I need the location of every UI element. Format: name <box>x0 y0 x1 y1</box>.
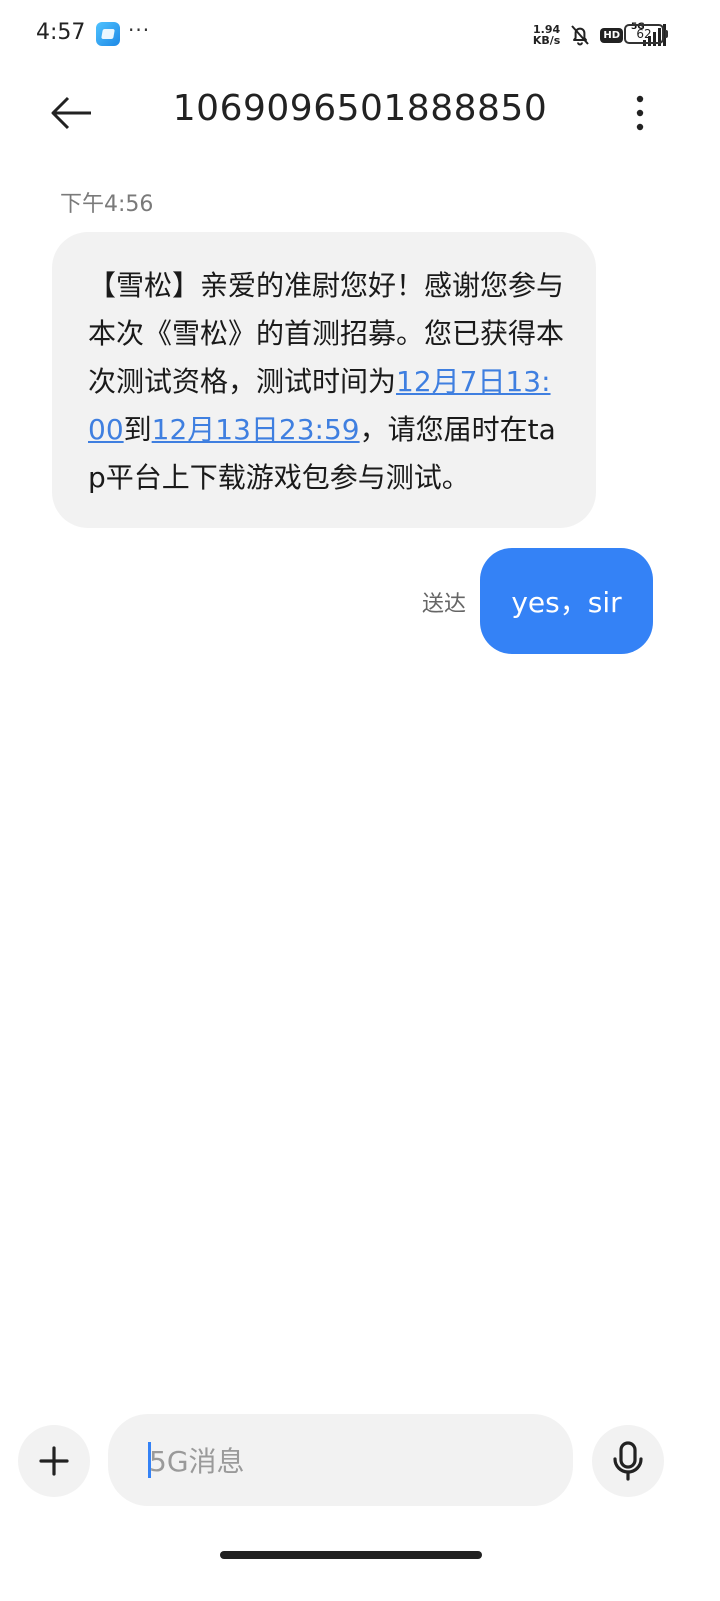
battery-tip <box>665 30 668 38</box>
add-attachment-button[interactable] <box>18 1425 90 1497</box>
status-bar: 4:57 ··· 1.94 KB/s HD 5G <box>0 0 720 70</box>
more-options-button[interactable] <box>620 88 660 138</box>
status-time: 4:57 <box>36 20 86 45</box>
incoming-message-text: 【雪松】亲爱的准尉您好！感谢您参与本次《雪松》的首测招募。您已获得本次测试资格，… <box>88 262 564 502</box>
contact-title: 1069096501888850 <box>172 88 548 129</box>
back-button[interactable] <box>44 88 100 138</box>
home-indicator[interactable] <box>220 1551 482 1559</box>
voice-input-button[interactable] <box>592 1425 664 1497</box>
network-speed: 1.94 KB/s <box>533 24 560 46</box>
app-notification-icon <box>96 22 120 46</box>
message-timestamp: 下午4:56 <box>60 192 154 217</box>
more-vertical-icon <box>636 95 644 131</box>
delivery-status: 送达 <box>422 592 467 617</box>
date-link-end[interactable]: 12月13日23:59 <box>152 413 360 446</box>
network-speed-unit: KB/s <box>532 34 561 47</box>
mute-bell-icon <box>571 25 590 46</box>
outgoing-message-bubble[interactable]: yes，sir <box>480 548 653 654</box>
plus-icon <box>39 1446 69 1476</box>
microphone-icon <box>613 1441 643 1481</box>
incoming-message-bubble[interactable]: 【雪松】亲爱的准尉您好！感谢您参与本次《雪松》的首测招募。您已获得本次测试资格，… <box>52 232 596 528</box>
outgoing-message-text: yes，sir <box>511 586 622 619</box>
battery-indicator: 62 <box>624 24 668 44</box>
message-input-placeholder: 5G消息 <box>149 1445 245 1478</box>
arrow-left-icon <box>51 96 91 130</box>
sms-conversation-screen: 4:57 ··· 1.94 KB/s HD 5G 62 106909650188… <box>0 0 720 1601</box>
conversation-header: 1069096501888850 <box>0 70 720 156</box>
message-input[interactable]: 5G消息 <box>108 1414 573 1506</box>
battery-level: 62 <box>624 24 664 44</box>
message-text-part: 到 <box>123 413 152 446</box>
hd-badge: HD <box>600 27 623 43</box>
more-notifications-icon: ··· <box>128 18 151 42</box>
